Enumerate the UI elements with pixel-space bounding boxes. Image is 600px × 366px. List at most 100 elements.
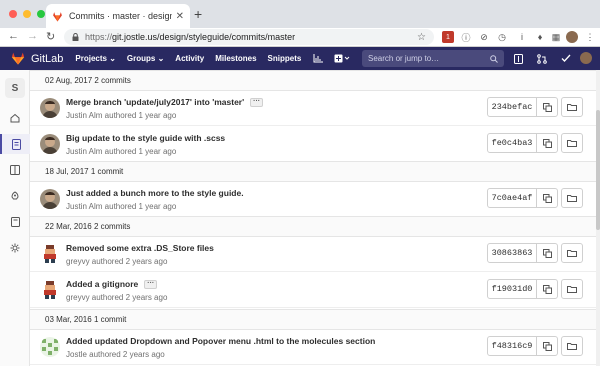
- author-avatar[interactable]: [40, 134, 60, 154]
- author-avatar[interactable]: [40, 337, 60, 357]
- sidebar-item-project[interactable]: [0, 108, 30, 128]
- bookmark-star-icon[interactable]: ☆: [417, 32, 426, 43]
- copy-sha-button[interactable]: [536, 133, 558, 153]
- nav-projects[interactable]: Projects ⌄: [75, 54, 116, 63]
- new-item-dropdown-icon[interactable]: [332, 52, 352, 65]
- author-avatar[interactable]: [40, 189, 60, 209]
- copy-icon: [542, 248, 552, 258]
- expand-message-button[interactable]: ···: [250, 98, 264, 108]
- day-count: 2 commits: [94, 76, 131, 85]
- user-avatar[interactable]: [580, 52, 592, 64]
- sidebar-item-issues[interactable]: [0, 160, 30, 180]
- browse-files-button[interactable]: [561, 97, 583, 117]
- browse-files-button[interactable]: [561, 243, 583, 263]
- copy-sha-button[interactable]: [536, 188, 558, 208]
- commit-title[interactable]: Merge branch 'update/july2017' into 'mas…: [66, 97, 264, 108]
- sidebar-item-wiki[interactable]: [0, 212, 30, 232]
- commit-title[interactable]: Big update to the style guide with .scss: [66, 133, 225, 143]
- sidebar-item-repository[interactable]: [0, 134, 30, 154]
- expand-message-button[interactable]: ···: [144, 280, 158, 290]
- commit-row[interactable]: Merge branch 'update/july2017' into 'mas…: [30, 90, 596, 126]
- close-window-button[interactable]: [9, 10, 17, 18]
- page-scrollbar[interactable]: [596, 70, 600, 366]
- search-placeholder: Search or jump to…: [368, 54, 440, 63]
- maximize-window-button[interactable]: [37, 10, 45, 18]
- extension-italic-icon[interactable]: i: [516, 31, 528, 43]
- merge-request-icon[interactable]: [535, 52, 549, 65]
- commit-title[interactable]: Added updated Dropdown and Popover menu …: [66, 336, 375, 346]
- day-header: 22 Mar, 2016 2 commits: [30, 216, 596, 237]
- browse-files-button[interactable]: [561, 279, 583, 299]
- search-icon: [490, 54, 498, 63]
- nav-groups[interactable]: Groups ⌄: [127, 54, 164, 63]
- commit-row[interactable]: Added a gitignore ··· greyvy authored 2 y…: [30, 272, 596, 308]
- minimize-window-button[interactable]: [23, 10, 31, 18]
- extension-block-icon[interactable]: ⊘: [478, 31, 490, 43]
- chart-icon[interactable]: [311, 52, 325, 65]
- copy-sha-button[interactable]: [536, 279, 558, 299]
- reload-icon[interactable]: ↻: [46, 30, 55, 43]
- profile-avatar[interactable]: [566, 31, 578, 43]
- issues-icon[interactable]: [511, 52, 525, 65]
- browse-files-button[interactable]: [561, 188, 583, 208]
- tab-close-icon[interactable]: ✕: [176, 11, 184, 22]
- commit-row[interactable]: Big update to the style guide with .scss…: [30, 126, 596, 162]
- commit-row[interactable]: Added updated Dropdown and Popover menu …: [30, 329, 596, 365]
- copy-sha-button[interactable]: [536, 243, 558, 263]
- commit-sha[interactable]: 7c0ae4af: [487, 188, 537, 208]
- author-avatar[interactable]: [40, 98, 60, 118]
- extension-history-icon[interactable]: ◷: [496, 31, 508, 43]
- browse-files-button[interactable]: [561, 133, 583, 153]
- nav-snippets[interactable]: Snippets: [268, 54, 302, 63]
- commit-title[interactable]: Added a gitignore ···: [66, 279, 158, 290]
- window-controls: [9, 10, 45, 18]
- commit-sha[interactable]: f19031d0: [487, 279, 537, 299]
- extension-grid-icon[interactable]: ▦: [550, 31, 562, 43]
- browser-toolbar: ← → ↻ https:// git.jostle.us/design/styl…: [0, 28, 600, 47]
- address-bar[interactable]: https:// git.jostle.us/design/styleguide…: [64, 29, 434, 45]
- day-count: 1 commit: [93, 315, 127, 324]
- gitlab-favicon-icon: [52, 11, 63, 22]
- copy-sha-button[interactable]: [536, 97, 558, 117]
- search-input[interactable]: Search or jump to…: [362, 50, 504, 67]
- browser-menu-icon[interactable]: ⋮: [584, 31, 596, 43]
- gear-icon: [10, 243, 20, 253]
- back-arrow-icon[interactable]: ←: [8, 30, 19, 42]
- browse-files-button[interactable]: [561, 336, 583, 356]
- commit-title[interactable]: Just added a bunch more to the style gui…: [66, 188, 244, 198]
- browser-tab-bar: Commits · master · design / St ✕ +: [0, 0, 600, 28]
- gitlab-logo[interactable]: GitLab: [11, 52, 63, 65]
- extension-info-icon[interactable]: ⓘ: [460, 31, 472, 43]
- folder-icon: [567, 250, 577, 257]
- todo-icon[interactable]: [559, 52, 573, 65]
- day-count: 1 commit: [90, 167, 124, 176]
- day-date: 22 Mar, 2016: [45, 222, 92, 231]
- author-avatar[interactable]: [40, 244, 60, 264]
- copy-icon: [542, 284, 552, 294]
- day-date: 18 Jul, 2017: [45, 167, 89, 176]
- commit-row[interactable]: Removed some extra .DS_Store files greyv…: [30, 236, 596, 272]
- author-avatar[interactable]: [40, 280, 60, 300]
- nav-activity[interactable]: Activity: [175, 54, 204, 63]
- commit-row[interactable]: Just added a bunch more to the style gui…: [30, 181, 596, 217]
- sidebar-item-cicd[interactable]: [0, 186, 30, 206]
- sidebar-item-settings[interactable]: [0, 238, 30, 258]
- commit-sha[interactable]: f48316c9: [487, 336, 537, 356]
- nav-milestones[interactable]: Milestones: [215, 54, 256, 63]
- copy-icon: [542, 102, 552, 112]
- extension-badge-icon[interactable]: 1: [442, 31, 454, 43]
- commit-sha[interactable]: 234befac: [487, 97, 537, 117]
- scrollbar-thumb[interactable]: [596, 110, 600, 230]
- forward-arrow-icon[interactable]: →: [27, 30, 38, 42]
- project-avatar[interactable]: S: [5, 78, 25, 98]
- day-date: 02 Aug, 2017: [45, 76, 93, 85]
- commit-sha[interactable]: 30863863: [487, 243, 537, 263]
- browser-tab[interactable]: Commits · master · design / St ✕: [46, 4, 190, 28]
- commit-sha[interactable]: fe0c4ba3: [487, 133, 537, 153]
- new-tab-button[interactable]: +: [194, 6, 202, 22]
- commit-title[interactable]: Removed some extra .DS_Store files: [66, 243, 214, 253]
- tab-title: Commits · master · design / St: [69, 11, 172, 21]
- extension-mic-icon[interactable]: ♦: [534, 31, 546, 43]
- copy-sha-button[interactable]: [536, 336, 558, 356]
- home-icon: [10, 113, 20, 123]
